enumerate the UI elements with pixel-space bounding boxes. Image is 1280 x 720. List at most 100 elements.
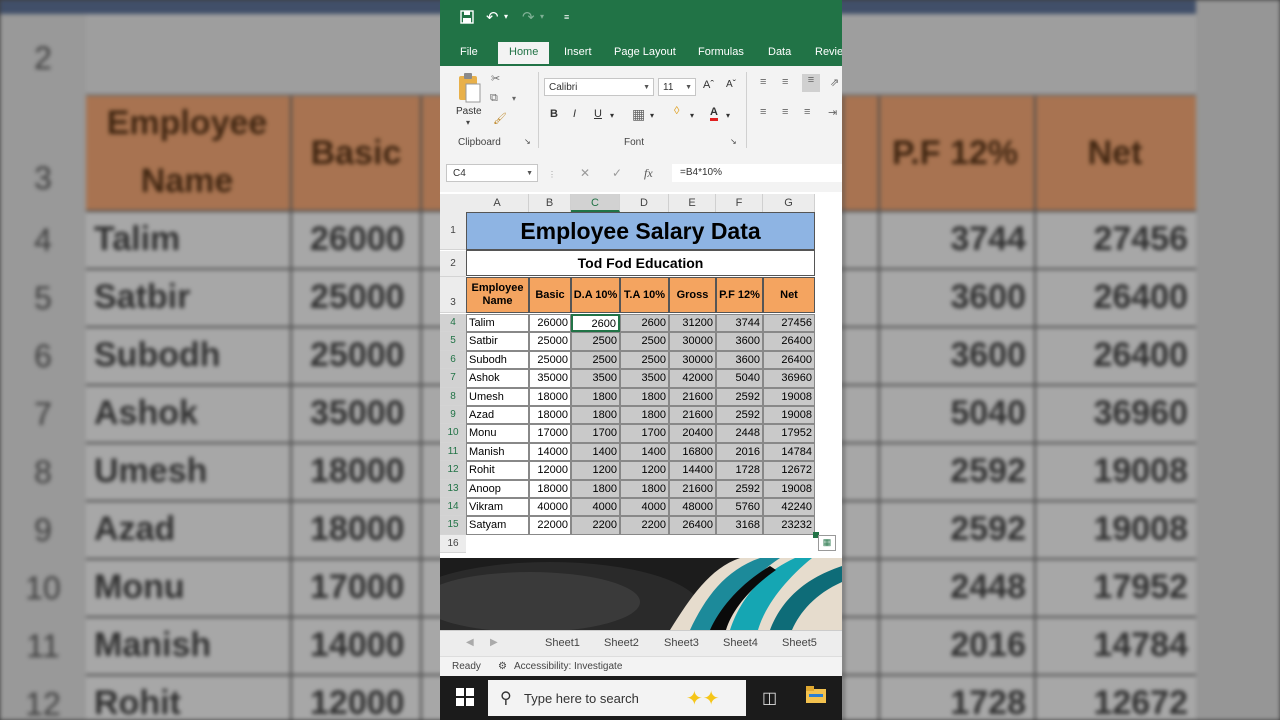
undo-icon[interactable]: ↶ (486, 8, 499, 26)
cell-g11[interactable]: 14784 (763, 442, 815, 462)
cell-b11[interactable]: 14000 (529, 442, 571, 462)
paste-label[interactable]: Paste (456, 106, 482, 117)
bold-button[interactable]: B (550, 108, 558, 120)
cell-d12[interactable]: 1200 (620, 461, 669, 480)
cell-e15[interactable]: 26400 (669, 516, 716, 535)
cell-c8[interactable]: 1800 (571, 387, 620, 406)
tab-formulas[interactable]: Formulas (698, 46, 744, 58)
font-launcher-icon[interactable]: ↘ (730, 137, 737, 146)
cell-f13[interactable]: 2592 (716, 479, 763, 498)
enter-icon[interactable]: ✓ (612, 166, 622, 180)
cell-g7[interactable]: 36960 (763, 369, 815, 388)
cell-d4[interactable]: 2600 (620, 314, 669, 333)
copy-dropdown-icon[interactable]: ▾ (512, 94, 516, 103)
windows-start-icon[interactable] (456, 688, 474, 711)
cell-a12[interactable]: Rohit (466, 461, 529, 480)
cell-a9[interactable]: Azad (466, 406, 529, 425)
cell-e14[interactable]: 48000 (669, 498, 716, 517)
cell-e6[interactable]: 30000 (669, 350, 716, 370)
cell-b12[interactable]: 12000 (529, 461, 571, 480)
scroll-right-icon[interactable]: ▶ (490, 637, 498, 648)
header-cell-f[interactable]: P.F 12% (716, 277, 763, 313)
cell-d7[interactable]: 3500 (620, 369, 669, 388)
cell-g5[interactable]: 26400 (763, 332, 815, 351)
row-header-14[interactable]: 14 (440, 498, 466, 517)
cell-f6[interactable]: 3600 (716, 350, 763, 370)
align-left-icon[interactable]: ≡ (760, 106, 766, 118)
undo-dropdown-icon[interactable]: ▾ (504, 12, 508, 21)
header-cell-e[interactable]: Gross (669, 277, 716, 313)
sheet-tab-2[interactable]: Sheet2 (604, 637, 639, 649)
decrease-font-icon[interactable]: Aˇ (726, 79, 736, 90)
title-cell[interactable]: Employee Salary Data (466, 212, 815, 250)
cell-a4[interactable]: Talim (466, 314, 529, 333)
underline-button[interactable]: U (594, 108, 602, 120)
column-header-d[interactable]: D (620, 194, 669, 212)
cell-e11[interactable]: 16800 (669, 442, 716, 462)
cell-b15[interactable]: 22000 (529, 516, 571, 535)
scroll-left-icon[interactable]: ◀ (466, 637, 474, 648)
cell-e12[interactable]: 14400 (669, 461, 716, 480)
cancel-icon[interactable]: ✕ (580, 166, 590, 180)
row-header-2[interactable]: 2 (440, 251, 466, 277)
taskbar-search-box[interactable]: ⚲ Type here to search ✦✦ (488, 680, 746, 716)
font-color-dropdown-icon[interactable]: ▾ (726, 111, 730, 120)
sparkle-icon[interactable]: ✦✦ (686, 686, 720, 711)
cell-a15[interactable]: Satyam (466, 516, 529, 535)
cell-a8[interactable]: Umesh (466, 387, 529, 406)
cell-a5[interactable]: Satbir (466, 332, 529, 351)
underline-dropdown-icon[interactable]: ▾ (610, 111, 614, 120)
column-header-a[interactable]: A (466, 194, 529, 212)
cell-f5[interactable]: 3600 (716, 332, 763, 351)
cell-c6[interactable]: 2500 (571, 350, 620, 370)
cell-b5[interactable]: 25000 (529, 332, 571, 351)
column-header-e[interactable]: E (669, 194, 716, 212)
cell-b4[interactable]: 26000 (529, 314, 571, 333)
cell-d5[interactable]: 2500 (620, 332, 669, 351)
row-header-6[interactable]: 6 (440, 350, 466, 370)
cell-f15[interactable]: 3168 (716, 516, 763, 535)
borders-icon[interactable]: ▦ (632, 106, 645, 123)
row-header-8[interactable]: 8 (440, 387, 466, 406)
insert-function-button[interactable]: fx (644, 166, 653, 181)
cell-c5[interactable]: 2500 (571, 332, 620, 351)
cell-b14[interactable]: 40000 (529, 498, 571, 517)
sheet-tab-1[interactable]: Sheet1 (545, 637, 580, 649)
name-box[interactable]: C4 ▼ (446, 164, 538, 182)
cell-d11[interactable]: 1400 (620, 442, 669, 462)
cell-c7[interactable]: 3500 (571, 369, 620, 388)
indent-icon[interactable]: ⇥ (828, 106, 837, 119)
select-all-corner[interactable] (440, 194, 466, 212)
column-header-g[interactable]: G (763, 194, 815, 212)
cell-g4[interactable]: 27456 (763, 314, 815, 333)
cell-g10[interactable]: 17952 (763, 424, 815, 443)
row-header-16[interactable]: 16 (440, 534, 466, 554)
cell-f11[interactable]: 2016 (716, 442, 763, 462)
row-header-13[interactable]: 13 (440, 479, 466, 498)
cell-a14[interactable]: Vikram (466, 498, 529, 517)
cell-g6[interactable]: 26400 (763, 350, 815, 370)
accessibility-status[interactable]: Accessibility: Investigate (514, 661, 622, 672)
spreadsheet-grid[interactable]: ABCDEFG 1 2 3 4 5 6 7 8 9 10 11 12 13 14 15 16 Employee… (440, 192, 842, 554)
align-middle-icon[interactable]: ≡ (782, 76, 788, 88)
cell-f12[interactable]: 1728 (716, 461, 763, 480)
accessibility-icon[interactable]: ⚙ (498, 661, 507, 672)
cell-f9[interactable]: 2592 (716, 406, 763, 425)
cell-b9[interactable]: 18000 (529, 406, 571, 425)
clipboard-launcher-icon[interactable]: ↘ (524, 137, 531, 146)
align-right-icon[interactable]: ≡ (804, 106, 810, 118)
cell-c12[interactable]: 1200 (571, 461, 620, 480)
row-header-9[interactable]: 9 (440, 406, 466, 425)
cell-d14[interactable]: 4000 (620, 498, 669, 517)
formula-input[interactable]: =B4*10% (672, 164, 842, 182)
font-size-combo[interactable]: 11 ▼ (658, 78, 696, 96)
subtitle-cell[interactable]: Tod Fod Education (466, 250, 815, 276)
cell-f10[interactable]: 2448 (716, 424, 763, 443)
cell-g13[interactable]: 19008 (763, 479, 815, 498)
header-cell-b[interactable]: Basic (529, 277, 571, 313)
cell-b8[interactable]: 18000 (529, 387, 571, 406)
row-header-15[interactable]: 15 (440, 516, 466, 535)
cell-c11[interactable]: 1400 (571, 442, 620, 462)
cell-d10[interactable]: 1700 (620, 424, 669, 443)
cell-e10[interactable]: 20400 (669, 424, 716, 443)
